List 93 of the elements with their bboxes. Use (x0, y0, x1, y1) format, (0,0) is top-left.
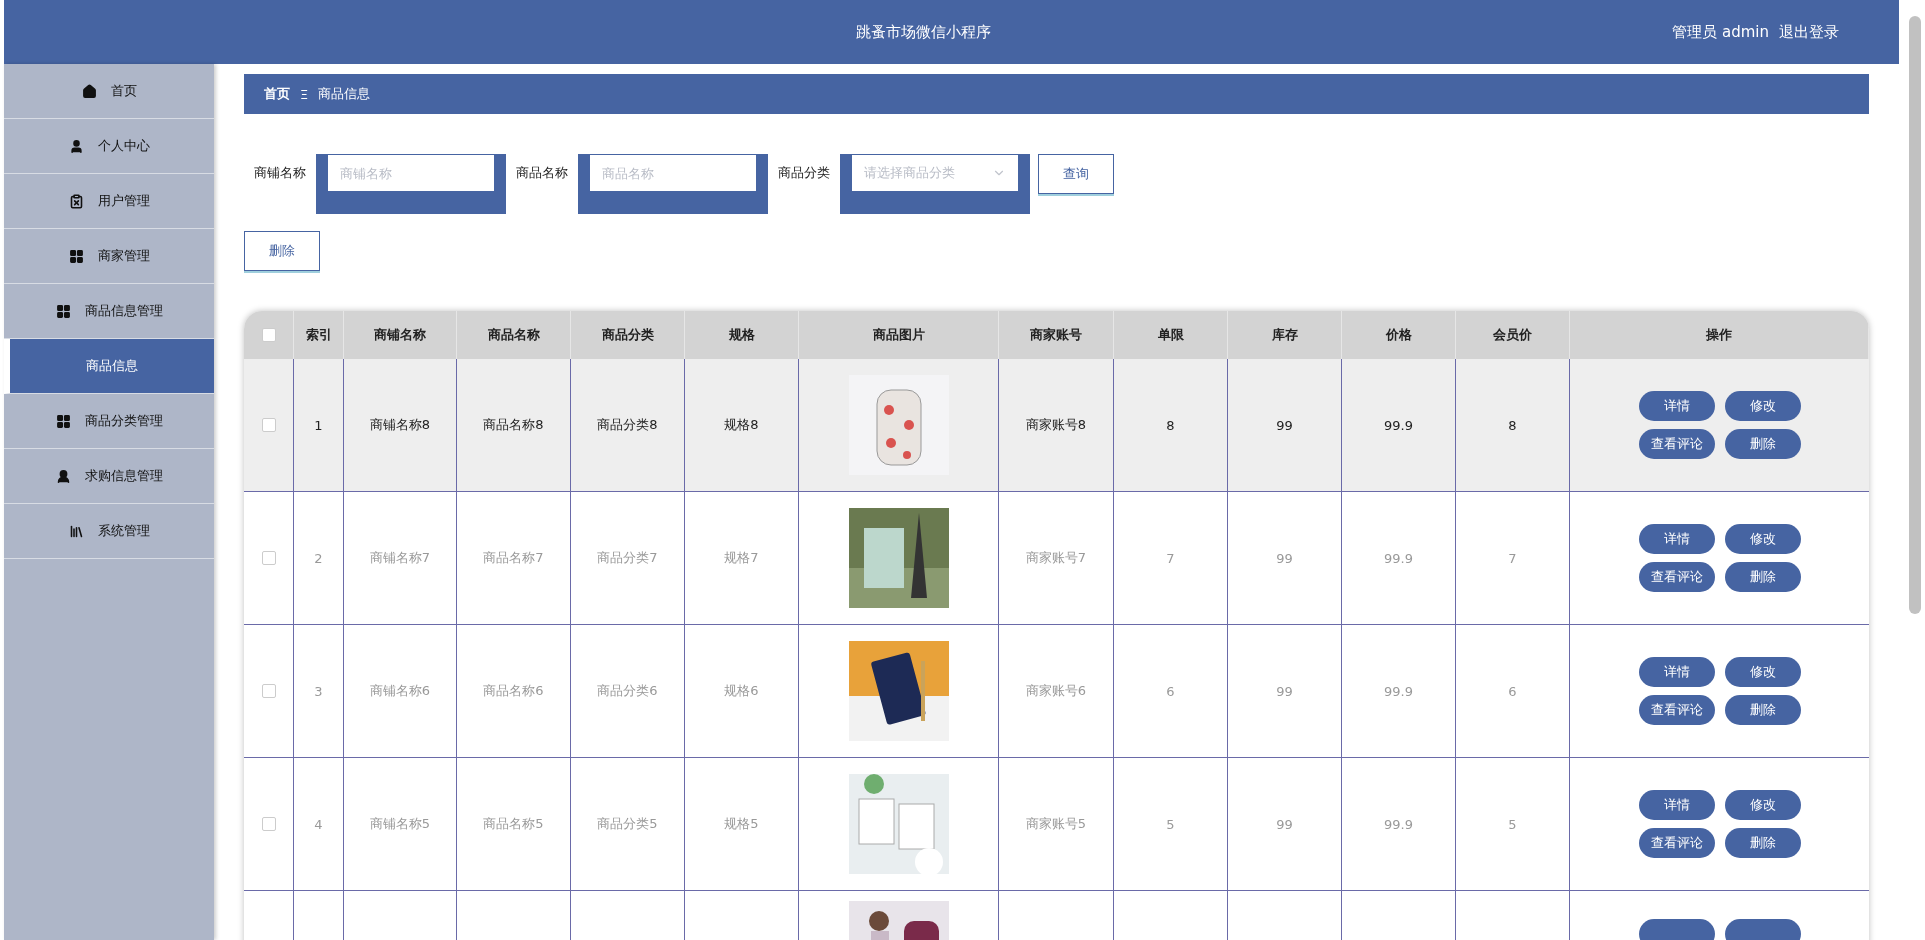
sidebar-item[interactable]: 求购信息管理 (4, 449, 214, 504)
table-cell: 商铺名称8 (344, 359, 457, 491)
filter-label: 商品名称 (515, 164, 569, 182)
search-field[interactable]: 商铺名称 (327, 154, 495, 192)
table-cell: 商家账号7 (999, 492, 1114, 624)
table-cell: 99 (1228, 758, 1342, 890)
edit-button[interactable]: 修改 (1724, 391, 1801, 421)
table-cell: 商品名称7 (457, 492, 571, 624)
edit-button[interactable]: 修改 (1724, 790, 1801, 820)
reviews-button[interactable]: 查看评论 (1638, 562, 1715, 592)
admin-label: 管理员 admin (1672, 22, 1769, 42)
table-cell: 6 (1456, 625, 1570, 757)
sidebar-item[interactable]: 用户管理 (4, 174, 214, 229)
table-cell: 商家账号6 (999, 625, 1114, 757)
action-button[interactable] (1638, 919, 1715, 940)
reviews-button[interactable]: 查看评论 (1638, 695, 1715, 725)
table-cell: 商家账号5 (999, 758, 1114, 890)
sidebar-item[interactable]: 商品分类管理 (4, 394, 214, 449)
checkbox[interactable] (261, 551, 276, 565)
table-cell: 99.9 (1342, 359, 1456, 491)
logout-link[interactable]: 退出登录 (1779, 22, 1839, 42)
edit-button[interactable]: 修改 (1724, 524, 1801, 554)
table-cell: 商铺名称5 (344, 758, 457, 890)
delete-button[interactable]: 删除 (1724, 828, 1801, 858)
table-cell: 规格7 (685, 492, 799, 624)
user-icon (55, 468, 71, 484)
checkbox[interactable] (261, 684, 276, 698)
table-cell: 2 (294, 492, 344, 624)
table-cell: 商品分类5 (571, 758, 685, 890)
table-cell: 3 (294, 625, 344, 757)
grid-icon (55, 303, 71, 319)
table-cell: 8 (1456, 359, 1570, 491)
breadcrumb-current: 商品信息 (318, 85, 371, 103)
table-cell: 商品名称8 (457, 359, 571, 491)
user-icon (68, 138, 84, 154)
grid-icon (55, 413, 71, 429)
sidebar-item[interactable]: 系统管理 (4, 504, 214, 559)
breadcrumb-separator: Ξ (300, 86, 309, 102)
table-cell: 商铺名称6 (344, 625, 457, 757)
edit-button[interactable]: 修改 (1724, 657, 1801, 687)
table-cell: 商家账号8 (999, 359, 1114, 491)
table-cell: 规格5 (685, 758, 799, 890)
details-button[interactable]: 详情 (1638, 391, 1715, 421)
table-cell: 7 (1456, 492, 1570, 624)
table-cell: 99 (1228, 359, 1342, 491)
breadcrumb-link[interactable]: 首页 (264, 85, 290, 103)
delete-button[interactable]: 删除 (1724, 429, 1801, 459)
table-cell: 8 (1114, 359, 1228, 491)
table-cell: 99 (1228, 625, 1342, 757)
delete-button[interactable]: 删除 (1724, 695, 1801, 725)
action-button[interactable] (1724, 919, 1801, 940)
grid-icon (68, 248, 84, 264)
table-cell: 7 (1114, 492, 1228, 624)
table-cell: 5 (1114, 758, 1228, 890)
table-cell: 1 (294, 359, 344, 491)
sidebar-item[interactable]: 商家管理 (4, 229, 214, 284)
table-cell: 商品分类8 (571, 359, 685, 491)
table-cell: 6 (1114, 625, 1228, 757)
home-icon (81, 83, 97, 99)
table-cell: 商品分类6 (571, 625, 685, 757)
checkbox[interactable] (261, 817, 276, 831)
table-cell: 4 (294, 758, 344, 890)
app-title: 跳蚤市场微信小程序 (854, 22, 992, 42)
details-button[interactable]: 详情 (1638, 790, 1715, 820)
checkbox[interactable] (261, 328, 276, 342)
table-cell: 商铺名称7 (344, 492, 457, 624)
filter-label: 商品分类 (777, 164, 831, 182)
table-cell: 规格6 (685, 625, 799, 757)
sidebar-item[interactable]: 商品信息 (4, 339, 214, 394)
sidebar-item[interactable]: 个人中心 (4, 119, 214, 174)
reviews-button[interactable]: 查看评论 (1638, 429, 1715, 459)
table-cell: 商品名称5 (457, 758, 571, 890)
table-cell: 99.9 (1342, 492, 1456, 624)
filter-label: 商铺名称 (253, 164, 307, 182)
table-cell: 规格8 (685, 359, 799, 491)
table-cell: 商品名称6 (457, 625, 571, 757)
table-cell: 99.9 (1342, 758, 1456, 890)
details-button[interactable]: 详情 (1638, 524, 1715, 554)
table-cell: 商品分类7 (571, 492, 685, 624)
details-button[interactable]: 详情 (1638, 657, 1715, 687)
scrollbar-thumb[interactable] (1909, 16, 1921, 614)
delete-button[interactable]: 删除 (1724, 562, 1801, 592)
table-cell: 5 (1456, 758, 1570, 890)
clipboard-icon (68, 193, 84, 209)
search-button[interactable]: 查询 (1038, 154, 1114, 194)
checkbox[interactable] (261, 418, 276, 432)
table-cell: 99.9 (1342, 625, 1456, 757)
search-field[interactable]: 商品名称 (589, 154, 757, 192)
books-icon (68, 523, 84, 539)
delete-button[interactable]: 删除 (244, 231, 320, 271)
reviews-button[interactable]: 查看评论 (1638, 828, 1715, 858)
table-cell: 99 (1228, 492, 1342, 624)
sidebar-item[interactable]: 首页 (4, 64, 214, 119)
